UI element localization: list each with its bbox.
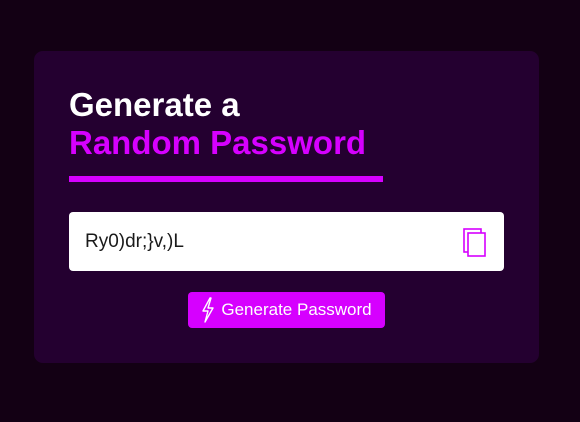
password-field-container	[69, 212, 504, 271]
title-line-1: Generate a	[69, 86, 240, 123]
lightning-bolt-icon	[202, 297, 215, 323]
password-generator-card: Generate a Random Password Generate Pass…	[34, 51, 539, 363]
generate-password-button[interactable]: Generate Password	[188, 292, 385, 328]
copy-button[interactable]	[456, 224, 492, 260]
password-output-field[interactable]	[69, 212, 455, 271]
title-line-2: Random Password	[69, 124, 367, 161]
page-title: Generate a Random Password	[69, 86, 366, 162]
copy-icon	[463, 228, 486, 257]
title-underline	[69, 176, 383, 182]
generate-button-label: Generate Password	[221, 300, 372, 319]
